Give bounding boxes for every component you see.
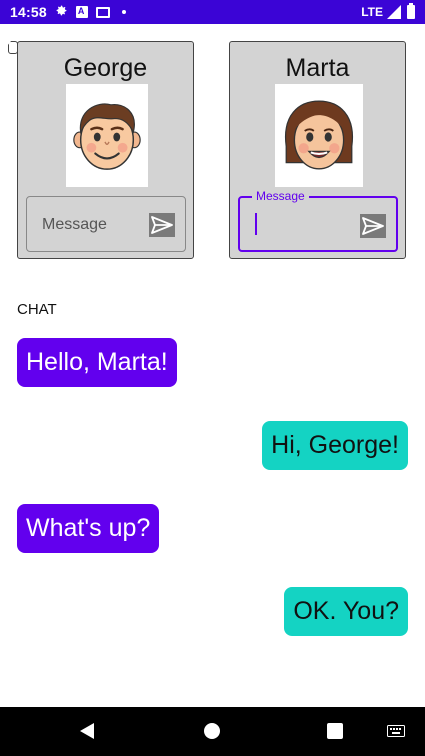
marta-message-field[interactable]: Message [238,189,398,252]
george-panel: George Message [17,41,194,259]
send-icon [362,217,384,235]
marta-send-button[interactable] [360,214,386,238]
text-cursor [255,213,257,235]
gear-icon [55,4,68,20]
boy-avatar-icon [66,84,148,187]
back-icon[interactable] [80,723,94,739]
dot-icon [121,10,126,14]
chat-label: CHAT [17,301,57,318]
marta-message-label: Message [252,189,309,203]
chat-bubble-marta: Hi, George! [262,421,408,470]
george-message-field[interactable]: Message [26,196,186,252]
recents-icon[interactable] [327,723,343,739]
chat-bubble-george: Hello, Marta! [17,338,177,387]
home-icon[interactable] [204,723,220,739]
a-icon [75,6,88,18]
george-name: George [63,54,148,82]
chat-bubble-george: What's up? [17,504,160,553]
battery-icon [407,3,415,19]
keyboard-icon[interactable] [387,725,405,737]
navigation-bar [0,707,425,756]
marta-panel: Marta Message [229,41,406,259]
chat-bubble-marta: OK. You? [284,587,408,636]
send-icon [151,216,173,234]
status-time: 14:58 [10,4,47,20]
marta-name: Marta [285,54,350,82]
girl-avatar-icon [275,84,363,187]
network-type: LTE [361,5,383,19]
signal-icon [387,5,401,19]
status-bar: 14:58 LTE [0,0,425,54]
mail-icon [95,6,110,18]
george-send-button[interactable] [149,213,175,237]
george-message-placeholder: Message [42,216,107,233]
